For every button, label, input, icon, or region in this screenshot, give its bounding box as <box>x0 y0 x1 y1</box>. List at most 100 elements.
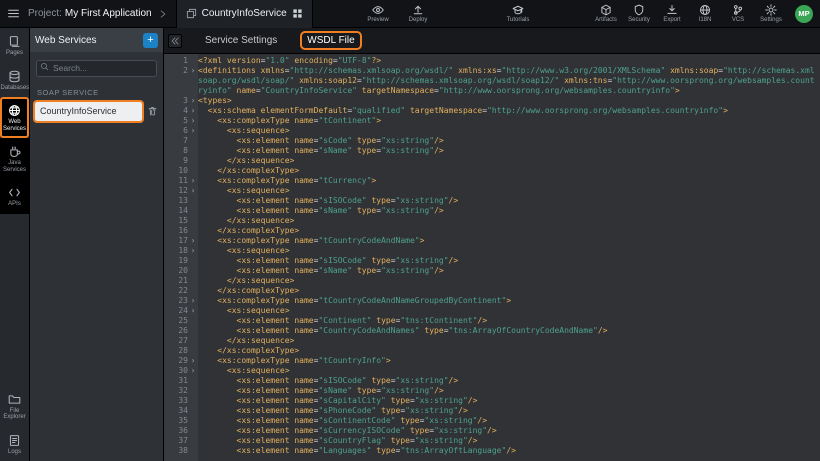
tab-label: Service Settings <box>200 33 282 48</box>
service-list-item-row: CountryInfoService <box>30 102 163 121</box>
code-line: 3›<types> <box>164 96 820 106</box>
sidebar-item-databases[interactable]: Databases <box>0 63 29 98</box>
code-line: 19 <xs:element name="sISOCode" type="xs:… <box>164 256 820 266</box>
code-text: <xs:sequence> <box>198 246 820 256</box>
fold-icon[interactable]: › <box>188 366 198 376</box>
sidebar-bottom: File ExplorerLogs <box>0 386 29 461</box>
topbar-button-vcs[interactable]: VCS <box>726 4 750 23</box>
line-number: 21 <box>164 276 188 286</box>
main-content: Service Settings WSDL File 1<?xml versio… <box>164 28 820 461</box>
fold-icon <box>188 396 198 406</box>
topbar-button-i18n[interactable]: I18N <box>693 4 717 23</box>
add-service-button[interactable]: + <box>143 33 158 48</box>
code-text: </xs:complexType> <box>198 226 820 236</box>
line-number: 13 <box>164 196 188 206</box>
chevron-right-icon[interactable] <box>158 9 168 19</box>
line-number: 19 <box>164 256 188 266</box>
sidebar-spacer <box>0 214 29 386</box>
line-number: 4 <box>164 106 188 116</box>
code-line: 32 <xs:element name="sName" type="xs:str… <box>164 386 820 396</box>
project-label: Project:My First Application <box>28 8 152 19</box>
tab-wsdl-file[interactable]: WSDL File <box>292 28 369 53</box>
topbar-button-deploy[interactable]: Deploy <box>406 4 430 23</box>
logs-icon <box>8 434 21 447</box>
topbar-button-label: Export <box>663 17 680 23</box>
fold-icon[interactable]: › <box>188 176 198 186</box>
fold-icon <box>188 386 198 396</box>
sidebar-item-web-services[interactable]: Web Services <box>0 97 29 138</box>
topbar-button-settings[interactable]: Settings <box>759 4 783 23</box>
fold-icon <box>188 436 198 446</box>
code-text: <xs:element name="sName" type="xs:string… <box>198 266 820 276</box>
fold-icon[interactable]: › <box>188 96 198 106</box>
avatar[interactable]: MP <box>795 5 813 23</box>
code-text: <xs:complexType name="tCountryCodeAndNam… <box>198 296 820 306</box>
code-editor[interactable]: 1<?xml version="1.0" encoding="UTF-8"?>2… <box>164 54 820 461</box>
grid-icon[interactable] <box>292 8 303 19</box>
fold-icon[interactable]: › <box>188 306 198 316</box>
pages-icon <box>8 35 21 48</box>
fold-icon <box>188 336 198 346</box>
fold-icon <box>188 56 198 66</box>
fold-icon <box>188 316 198 326</box>
topbar-button-artifacts[interactable]: Artifacts <box>594 4 618 23</box>
doc-tab-label: CountryInfoService <box>202 8 287 19</box>
preview-icon <box>372 4 384 16</box>
deploy-icon <box>412 4 424 16</box>
fold-icon <box>188 406 198 416</box>
sidebar-item-apis[interactable]: APIs <box>0 179 29 214</box>
code-line: 6› <xs:sequence> <box>164 126 820 136</box>
doc-tab-countryinfoservice[interactable]: CountryInfoService <box>176 0 313 28</box>
topbar-button-preview[interactable]: Preview <box>366 4 390 23</box>
service-item-countryinfoservice[interactable]: CountryInfoService <box>35 102 142 121</box>
code-line: 14 <xs:element name="sName" type="xs:str… <box>164 206 820 216</box>
sidebar-item-java-services[interactable]: Java Services <box>0 138 29 179</box>
topbar: Project:My First Application CountryInfo… <box>0 0 820 28</box>
fold-icon[interactable]: › <box>188 66 198 96</box>
export-icon <box>666 4 678 16</box>
code-text: <xs:element name="Languages" type="tns:A… <box>198 446 820 456</box>
topbar-button-export[interactable]: Export <box>660 4 684 23</box>
code-line: 38 <xs:element name="Languages" type="tn… <box>164 446 820 456</box>
security-icon <box>633 4 645 16</box>
line-number: 38 <box>164 446 188 456</box>
sidebar-item-file-explorer[interactable]: File Explorer <box>0 386 29 427</box>
fold-icon[interactable]: › <box>188 246 198 256</box>
code-line: 37 <xs:element name="sCountryFlag" type=… <box>164 436 820 446</box>
collapse-panel-icon[interactable] <box>168 34 182 48</box>
fold-icon[interactable]: › <box>188 116 198 126</box>
fold-icon <box>188 156 198 166</box>
fold-icon[interactable]: › <box>188 236 198 246</box>
code-text: <xs:element name="sCode" type="xs:string… <box>198 136 820 146</box>
menu-icon[interactable] <box>0 0 26 27</box>
code-text: </xs:complexType> <box>198 166 820 176</box>
fold-icon[interactable]: › <box>188 106 198 116</box>
code-line: 25 <xs:element name="Continent" type="tn… <box>164 316 820 326</box>
topbar-actions: Preview Deploy Tutorials <box>366 4 530 23</box>
fold-icon <box>188 326 198 336</box>
line-number: 30 <box>164 366 188 376</box>
line-number: 28 <box>164 346 188 356</box>
topbar-button-security[interactable]: Security <box>627 4 651 23</box>
code-text: <xs:element name="sName" type="xs:string… <box>198 146 820 156</box>
sidebar-item-pages[interactable]: Pages <box>0 28 29 63</box>
topbar-button-tutorials[interactable]: Tutorials <box>506 4 530 23</box>
line-number: 5 <box>164 116 188 126</box>
line-number: 23 <box>164 296 188 306</box>
line-number: 11 <box>164 176 188 186</box>
trash-icon[interactable] <box>147 105 158 117</box>
fold-icon[interactable]: › <box>188 126 198 136</box>
fold-icon[interactable]: › <box>188 296 198 306</box>
line-number: 25 <box>164 316 188 326</box>
tab-service-settings[interactable]: Service Settings <box>190 28 292 53</box>
sidebar-item-logs[interactable]: Logs <box>0 427 29 461</box>
search-input[interactable] <box>36 60 157 77</box>
code-text: <xs:element name="sCountryFlag" type="xs… <box>198 436 820 446</box>
line-number: 10 <box>164 166 188 176</box>
i18n-icon <box>699 4 711 16</box>
line-number: 1 <box>164 56 188 66</box>
fold-icon[interactable]: › <box>188 356 198 366</box>
line-number: 34 <box>164 406 188 416</box>
fold-icon[interactable]: › <box>188 186 198 196</box>
code-text: <xs:sequence> <box>198 366 820 376</box>
